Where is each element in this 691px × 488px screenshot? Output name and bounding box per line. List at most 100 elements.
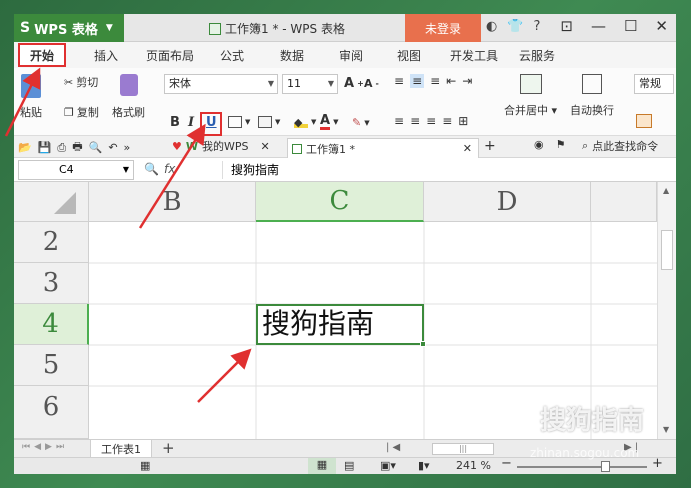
clear-format-button[interactable]: ✎ ▼ (352, 116, 370, 129)
print-icon[interactable]: 🖶 (72, 138, 82, 157)
sheet-tab-1[interactable]: 工作表1 (90, 440, 152, 458)
page-layout-view-icon[interactable]: ▣▾ (380, 459, 396, 472)
maximize-icon[interactable]: ☐ (624, 17, 637, 35)
italic-button[interactable]: I (188, 115, 194, 130)
export-pdf-icon[interactable]: ⎙ (57, 141, 66, 155)
wrap-text-button[interactable]: 自动换行 (570, 74, 614, 118)
merge-center-button[interactable]: 合并居中 ▾ (504, 74, 557, 118)
borders-button[interactable]: ▼ (228, 116, 250, 128)
find-command-label: 点此查找命令 (592, 140, 659, 153)
font-name-select[interactable]: 宋体 ▼ (164, 74, 278, 94)
font-color-button[interactable]: A ▼ (320, 114, 338, 130)
scroll-down-icon[interactable]: ▼ (663, 425, 669, 434)
skin-icon[interactable]: ◐ (486, 19, 497, 34)
paste-icon (21, 74, 41, 98)
page-break-view-icon[interactable]: ▤ (344, 459, 354, 472)
print-preview-icon[interactable]: 🔍 (89, 141, 103, 154)
align-middle-icon[interactable]: ≡ (410, 74, 425, 88)
reading-mode-icon[interactable]: ▮▾ (418, 459, 430, 472)
scroll-up-icon[interactable]: ▲ (663, 186, 669, 195)
indent-decrease-icon[interactable]: ⇤ (446, 74, 456, 88)
flag-icon[interactable]: ⚑ (556, 138, 566, 151)
normal-view-icon[interactable]: ▦ (308, 458, 336, 474)
record-icon[interactable]: ◉ (534, 138, 544, 151)
tab-page-layout[interactable]: 页面布局 (146, 47, 194, 64)
row-header-3[interactable]: 3 (14, 263, 89, 304)
column-header-d[interactable]: D (424, 182, 591, 222)
align-left-icon[interactable]: ≡ (394, 114, 404, 128)
row-header-4[interactable]: 4 (14, 304, 89, 345)
zoom-in-button[interactable]: + (652, 456, 663, 471)
open-folder-icon[interactable]: 📂 (18, 141, 32, 154)
column-header-c[interactable]: C (256, 182, 424, 222)
login-button[interactable]: 未登录 (405, 14, 481, 42)
help-icon[interactable]: ? (534, 19, 541, 34)
shirt-icon[interactable]: 👕 (507, 19, 523, 34)
row-header-2[interactable]: 2 (14, 222, 89, 263)
insert-function-button[interactable]: fx (164, 162, 175, 176)
add-sheet-button[interactable]: + (162, 439, 175, 457)
undo-icon[interactable]: ↶ (108, 141, 117, 154)
close-icon[interactable]: ✕ (655, 17, 668, 35)
align-top-icon[interactable]: ≡ (394, 74, 404, 88)
chevron-down-icon: ▼ (311, 118, 317, 126)
zoom-out-button[interactable]: − (501, 456, 512, 471)
tab-cloud-services[interactable]: 云服务 (519, 47, 555, 64)
close-tab-icon[interactable]: ✕ (261, 140, 270, 153)
save-icon[interactable]: 💾 (38, 141, 52, 154)
app-menu-button[interactable]: S WPS 表格 ▼ (14, 14, 124, 42)
formula-input[interactable]: 搜狗指南 (222, 161, 670, 179)
increase-font-button[interactable]: A + (344, 76, 364, 91)
zoom-formula-icon[interactable]: 🔍 (144, 162, 159, 176)
tab-data[interactable]: 数据 (280, 47, 304, 64)
copy-button[interactable]: ❐ 复制 (64, 104, 99, 120)
document-tab-label: 工作簿1 * (306, 142, 355, 156)
zoom-slider-knob[interactable] (601, 461, 610, 472)
sheet-nav-icons[interactable]: ⏮◀▶⏭ (22, 442, 68, 452)
format-painter-button[interactable]: 格式刷 (112, 74, 145, 120)
indent-increase-icon[interactable]: ⇥ (462, 74, 472, 88)
font-size-select[interactable]: 11 ▼ (282, 74, 338, 94)
new-tab-button[interactable]: + (484, 138, 496, 154)
cell-style-button[interactable]: ▼ (258, 116, 280, 128)
tab-home[interactable]: 开始 (18, 43, 66, 67)
number-format-select[interactable]: 常规 (634, 74, 674, 94)
zoom-slider-track[interactable] (517, 466, 647, 468)
align-center-icon[interactable]: ≡ (410, 114, 420, 128)
horizontal-scroll-thumb[interactable]: ||| (432, 443, 494, 455)
tab-review[interactable]: 审阅 (339, 47, 363, 64)
restore-ribbon-icon[interactable]: ⊡ (560, 17, 573, 35)
document-tab[interactable]: 工作簿1 * ✕ (287, 138, 479, 158)
my-wps-tab[interactable]: ♥ W 我的WPS ✕ (172, 138, 270, 154)
find-command-button[interactable]: ⌕ 点此查找命令 (582, 138, 658, 154)
justify-icon[interactable]: ≡ (442, 114, 452, 128)
tab-developer[interactable]: 开发工具 (450, 47, 498, 64)
paste-button[interactable]: 粘贴 (20, 74, 42, 120)
close-tab-icon[interactable]: ✕ (463, 142, 472, 155)
decrease-font-button[interactable]: A- (364, 77, 379, 90)
minimize-icon[interactable]: — (591, 17, 606, 35)
row-header-6[interactable]: 6 (14, 386, 89, 439)
column-header-b[interactable]: B (89, 182, 256, 222)
distributed-icon[interactable]: ⊞ (458, 114, 468, 128)
tab-insert[interactable]: 插入 (94, 47, 118, 64)
fill-handle[interactable] (420, 341, 426, 347)
more-icon[interactable]: » (124, 141, 131, 154)
active-cell-c4[interactable]: 搜狗指南 (256, 304, 424, 345)
fill-color-button[interactable]: ◆ ▼ (294, 116, 317, 129)
vertical-scrollbar[interactable]: ▲ ▼ (657, 182, 676, 439)
currency-button[interactable] (636, 114, 652, 128)
tab-formulas[interactable]: 公式 (220, 47, 244, 64)
cut-button[interactable]: ✂ 剪切 (64, 74, 98, 90)
hscroll-divider-icon[interactable]: | ◀ (386, 442, 400, 453)
vertical-scroll-thumb[interactable] (661, 230, 673, 270)
select-all-corner[interactable] (14, 182, 89, 222)
align-bottom-icon[interactable]: ≡ (430, 74, 440, 88)
align-right-icon[interactable]: ≡ (426, 114, 436, 128)
bold-button[interactable]: B (170, 115, 180, 130)
column-header-e[interactable] (591, 182, 657, 222)
row-header-5[interactable]: 5 (14, 345, 89, 386)
calendar-icon[interactable]: ▦ (140, 459, 150, 472)
tab-view[interactable]: 视图 (397, 47, 421, 64)
name-box[interactable]: C4 ▼ (18, 160, 134, 180)
